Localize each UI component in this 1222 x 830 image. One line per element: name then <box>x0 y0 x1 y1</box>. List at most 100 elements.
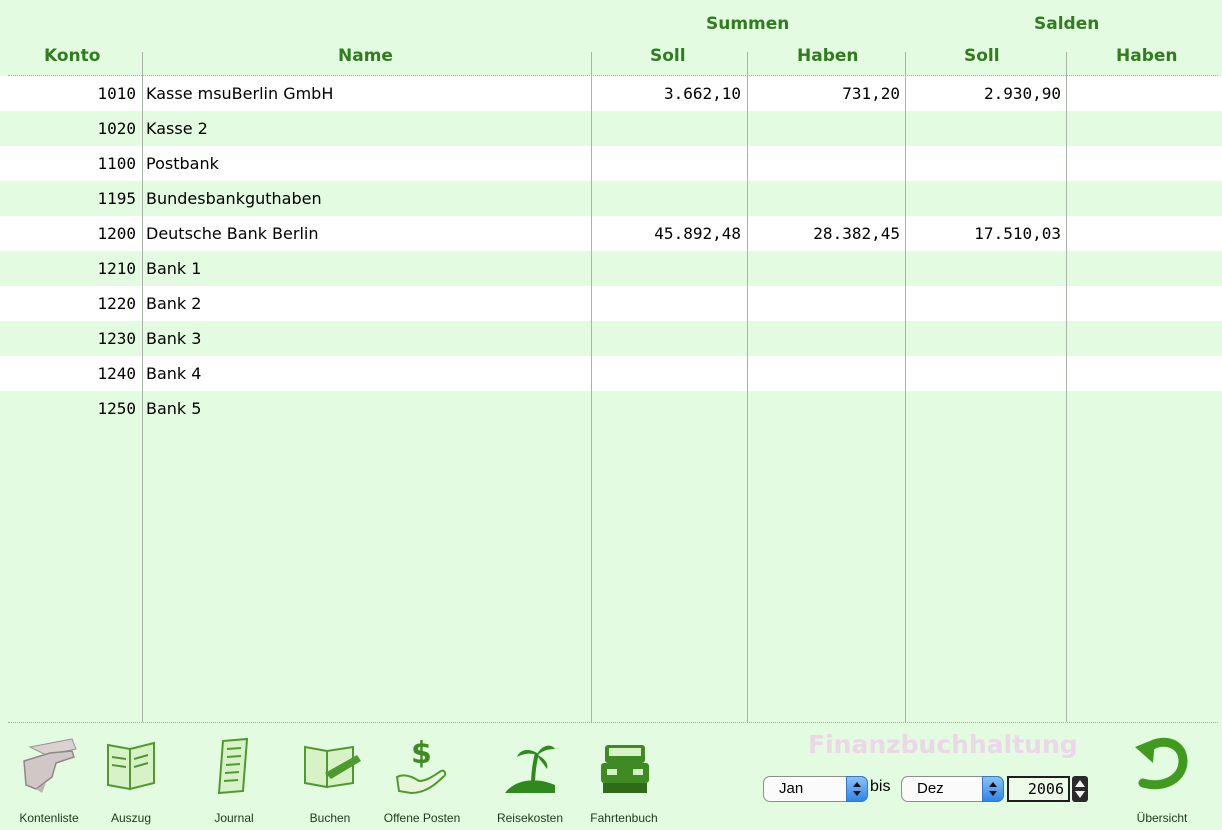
summen-haben-cell <box>752 391 900 426</box>
open-book-icon <box>107 741 155 791</box>
toolbar-reisekosten-button[interactable]: Reisekosten <box>484 733 576 829</box>
konto-cell: 1020 <box>97 119 136 138</box>
table-row[interactable]: 1100 Postbank <box>0 146 1222 181</box>
salden-haben-cell <box>1071 146 1216 181</box>
name-cell: Kasse 2 <box>146 119 208 138</box>
column-divider <box>1066 52 1067 722</box>
toolbar-auszug-button[interactable]: Auszug <box>96 733 166 829</box>
table-row[interactable]: 1200 Deutsche Bank Berlin 45.892,48 28.382,… <box>0 216 1222 251</box>
to-month-select[interactable]: Dez <box>901 776 1004 802</box>
table-row[interactable]: 1240 Bank 4 <box>0 356 1222 391</box>
salden-soll-cell: 2.930,90 <box>983 84 1061 103</box>
summen-haben-cell: 731,20 <box>842 84 900 103</box>
name-cell: Deutsche Bank Berlin <box>146 224 319 243</box>
svg-text:$: $ <box>411 736 432 771</box>
toolbar-fahrtenbuch-button[interactable]: Fahrtenbuch <box>578 733 670 829</box>
toolbar-label: Übersicht <box>1136 811 1188 825</box>
konto-cell: 1100 <box>97 154 136 173</box>
name-cell: Bank 4 <box>146 364 202 383</box>
name-cell: Bundesbankguthaben <box>146 189 322 208</box>
column-header-konto[interactable]: Konto <box>44 46 100 66</box>
toolbar-label: Journal <box>214 811 254 825</box>
summen-soll-cell <box>596 321 741 356</box>
year-field[interactable]: 2006 <box>1007 776 1070 802</box>
salden-soll-cell <box>910 146 1061 181</box>
table-row[interactable]: 1230 Bank 3 <box>0 321 1222 356</box>
konto-cell: 1250 <box>97 399 136 418</box>
toolbar-label: Reisekosten <box>496 811 564 825</box>
group-header-salden: Salden <box>1034 14 1100 34</box>
toolbar-label: Buchen <box>309 811 351 825</box>
summen-soll-cell <box>596 391 741 426</box>
book-pen-icon <box>304 745 361 789</box>
table-row[interactable]: 1020 Kasse 2 <box>0 111 1222 146</box>
summen-haben-cell <box>752 286 900 321</box>
column-header-name[interactable]: Name <box>338 46 393 66</box>
column-header-salden-haben[interactable]: Haben <box>1116 46 1178 66</box>
toolbar-offene-posten-button[interactable]: $ Offene Posten <box>372 733 472 829</box>
table-row[interactable]: 1010 Kasse msuBerlin GmbH 3.662,10 731,20 2.… <box>0 76 1222 111</box>
scroll-icon <box>217 737 249 795</box>
island-palm-icon <box>505 745 555 793</box>
salden-haben-cell <box>1071 286 1216 321</box>
summen-soll-cell <box>596 181 741 216</box>
summen-soll-cell <box>596 111 741 146</box>
konto-cell: 1220 <box>97 294 136 313</box>
summen-haben-cell <box>752 146 900 181</box>
group-header-summen: Summen <box>706 14 790 34</box>
summen-haben-cell <box>752 251 900 286</box>
salden-haben-cell <box>1071 181 1216 216</box>
column-divider <box>142 52 143 722</box>
hand-dollar-icon: $ <box>395 736 447 795</box>
summen-haben-cell: 28.382,45 <box>813 224 900 243</box>
car-icon <box>601 745 649 793</box>
toolbar-kontenliste-button[interactable]: Kontenliste <box>8 733 90 829</box>
salden-haben-cell <box>1071 76 1216 111</box>
table-row[interactable]: 1220 Bank 2 <box>0 286 1222 321</box>
summen-haben-cell <box>752 181 900 216</box>
column-header-salden-soll[interactable]: Soll <box>964 46 1000 66</box>
salden-haben-cell <box>1071 216 1216 251</box>
select-arrows-icon <box>982 776 1004 802</box>
salden-haben-cell <box>1071 356 1216 391</box>
toolbar-label: Auszug <box>110 811 152 825</box>
toolbar-label: Kontenliste <box>19 811 79 825</box>
konto-cell: 1230 <box>97 329 136 348</box>
table-header: Summen Salden Konto Name Soll Haben Soll… <box>0 0 1222 76</box>
salden-haben-cell <box>1071 251 1216 286</box>
table-row[interactable]: 1210 Bank 1 <box>0 251 1222 286</box>
name-cell: Bank 3 <box>146 329 202 348</box>
column-header-summen-haben[interactable]: Haben <box>797 46 859 66</box>
konto-cell: 1010 <box>97 84 136 103</box>
toolbar-journal-button[interactable]: Journal <box>198 733 270 829</box>
name-cell: Bank 1 <box>146 259 202 278</box>
salden-soll-cell <box>910 286 1061 321</box>
app-brand-title: Finanzbuchhaltung <box>808 730 1078 759</box>
select-arrows-icon <box>846 776 868 802</box>
konto-cell: 1210 <box>97 259 136 278</box>
to-month-value: Dez <box>917 780 944 797</box>
salden-soll-cell: 17.510,03 <box>974 224 1061 243</box>
summen-soll-cell: 45.892,48 <box>654 224 741 243</box>
from-month-select[interactable]: Jan <box>763 776 868 802</box>
summen-soll-cell <box>596 251 741 286</box>
footer-divider <box>8 722 1218 723</box>
salden-soll-cell <box>910 111 1061 146</box>
salden-haben-cell <box>1071 111 1216 146</box>
toolbar-buchen-button[interactable]: Buchen <box>294 733 366 829</box>
overview-button[interactable]: Übersicht <box>1122 733 1202 829</box>
summen-soll-cell: 3.662,10 <box>663 84 741 103</box>
salden-soll-cell <box>910 251 1061 286</box>
summen-haben-cell <box>752 111 900 146</box>
table-row[interactable]: 1250 Bank 5 <box>0 391 1222 426</box>
summen-haben-cell <box>752 321 900 356</box>
konto-cell: 1200 <box>97 224 136 243</box>
table-row[interactable]: 1195 Bundesbankguthaben <box>0 181 1222 216</box>
name-cell: Kasse msuBerlin GmbH <box>146 84 334 103</box>
year-stepper[interactable] <box>1072 776 1088 802</box>
summen-soll-cell <box>596 286 741 321</box>
column-header-summen-soll[interactable]: Soll <box>650 46 686 66</box>
hand-card-icon <box>23 738 77 793</box>
from-month-value: Jan <box>779 780 804 797</box>
column-divider <box>905 52 906 722</box>
